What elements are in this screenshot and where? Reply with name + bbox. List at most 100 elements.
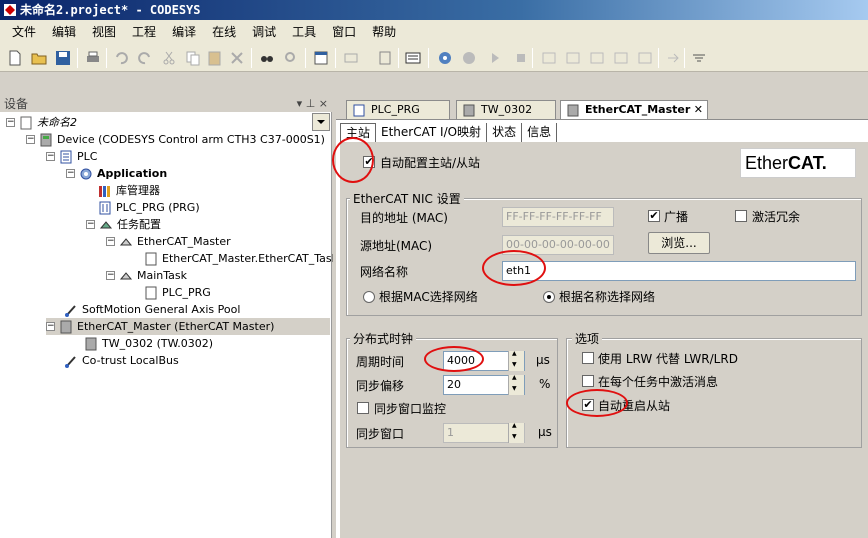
highlight-ellipse-auto-config [332,137,374,183]
sync-offset-spinner[interactable] [508,374,524,395]
tree-item-library-manager[interactable]: 库管理器 [98,182,160,199]
menu-view[interactable]: 视图 [84,20,124,44]
menu-help[interactable]: 帮助 [364,20,404,44]
tree-item-label: SoftMotion General Axis Pool [82,303,241,316]
step-out-icon[interactable] [588,49,606,67]
tree-item-ethercat-master[interactable]: − EtherCAT_Master (EtherCAT Master) [46,318,330,335]
tab-io-mapping[interactable]: EtherCAT I/O映射 [376,123,488,142]
menu-file[interactable]: 文件 [4,20,44,44]
save-icon[interactable] [54,49,72,67]
run-icon[interactable] [486,49,504,67]
redundancy-checkbox[interactable] [735,210,747,222]
tab-status[interactable]: 状态 [487,123,523,142]
new-file-icon[interactable] [6,49,24,67]
select-by-name-radio[interactable] [543,291,555,303]
lrw-label: 使用 LRW 代替 LWR/LRD [598,352,738,366]
sync-window-unit: μs [538,425,552,439]
tab-info[interactable]: 信息 [522,123,558,142]
device-icon [463,104,475,117]
tree-item-label: Application [97,167,168,180]
select-by-name-label: 根据名称选择网络 [559,290,656,304]
tab-tw0302[interactable]: TW_0302 [456,100,556,120]
menu-build[interactable]: 编译 [164,20,204,44]
broadcast-checkbox[interactable]: ✔ [648,210,660,222]
write-values-icon[interactable] [664,49,682,67]
tree-item-axis-pool[interactable]: SoftMotion General Axis Pool [64,301,240,318]
dest-mac-field[interactable]: FF-FF-FF-FF-FF-FF [502,207,614,227]
login-icon[interactable] [436,49,454,67]
paste-icon[interactable] [206,49,224,67]
stop-icon[interactable] [512,49,530,67]
redo-icon[interactable] [136,49,154,67]
menu-window[interactable]: 窗口 [324,20,364,44]
highlight-ellipse-cycle-time [424,346,484,372]
tree-item-ethercat-task-call[interactable]: EtherCAT_Master.EtherCAT_Task [144,250,338,267]
collapse-toggle[interactable]: − [106,271,115,280]
collapse-toggle[interactable]: − [86,220,95,229]
chevron-down-icon [317,120,325,124]
tree-item-task-config[interactable]: − 任务配置 [86,216,161,233]
tree-item-maintask[interactable]: − MainTask [106,267,187,284]
copy-icon[interactable] [184,49,202,67]
tree-item-ethercat-task[interactable]: − EtherCAT_Master [106,233,231,250]
collapse-toggle[interactable]: − [26,135,35,144]
devices-dropdown-button[interactable] [312,113,330,131]
menu-edit[interactable]: 编辑 [44,20,84,44]
logout-icon[interactable] [460,49,478,67]
tree-item-localbus[interactable]: Co-trust LocalBus [64,352,179,369]
select-by-mac-radio[interactable] [363,291,375,303]
network-name-field[interactable]: eth1 [502,261,856,281]
tree-item-label: EtherCAT_Master [137,235,231,248]
collapse-toggle[interactable]: − [46,322,55,331]
device-icon[interactable] [376,49,394,67]
cycle-time-spinner[interactable] [508,350,524,371]
collapse-toggle[interactable]: − [106,237,115,246]
tree-item-label: PLC [77,150,98,163]
tree-item-tw0302[interactable]: TW_0302 (TW.0302) [84,335,213,352]
cut-icon[interactable] [160,49,178,67]
undo-icon[interactable] [112,49,130,67]
tree-item-plc-prg[interactable]: PLC_PRG (PRG) [98,199,200,216]
print-icon[interactable] [84,49,102,67]
tree-item-application[interactable]: − Application [66,165,167,182]
lrw-checkbox[interactable] [582,352,594,364]
devices-panel-title: 设备 [4,97,29,111]
toggle-icon[interactable] [636,49,654,67]
browse-button[interactable]: 浏览... [648,232,710,254]
close-tab-icon[interactable]: ✕ [694,101,703,119]
sync-window-monitor-checkbox[interactable] [357,402,369,414]
delete-icon[interactable] [228,49,246,67]
options-icon[interactable] [690,49,708,67]
tab-ethercat-master[interactable]: EtherCAT_Master ✕ [560,100,708,120]
menu-tools[interactable]: 工具 [284,20,324,44]
menu-online[interactable]: 在线 [204,20,244,44]
menu-project[interactable]: 工程 [124,20,164,44]
window-icon[interactable] [312,49,330,67]
insert-icon[interactable] [342,49,360,67]
tree-item-project[interactable]: − 未命名2 [6,114,77,131]
task-messages-label: 在每个任务中激活消息 [598,375,719,389]
open-folder-icon[interactable] [30,49,48,67]
step-over-icon[interactable] [540,49,558,67]
build-icon[interactable] [404,49,422,67]
panel-controls[interactable]: ▾ ⊥ × [297,96,328,112]
task-icon [119,269,133,283]
tree-item-plc[interactable]: − PLC [46,148,97,165]
collapse-toggle[interactable]: − [66,169,75,178]
tree-item-label: Co-trust LocalBus [82,354,179,367]
menu-debug[interactable]: 调试 [244,20,284,44]
tree-item-maintask-plc-prg[interactable]: PLC_PRG [144,284,211,301]
collapse-toggle[interactable]: − [46,152,55,161]
find-icon[interactable] [258,49,276,67]
step-into-icon[interactable] [564,49,582,67]
tab-plc-prg[interactable]: PLC_PRG [346,100,450,120]
sync-window-monitor-label: 同步窗口监控 [374,402,447,416]
task-messages-checkbox[interactable] [582,375,594,387]
sync-window-spinner[interactable] [508,422,524,443]
collapse-toggle[interactable]: − [6,118,15,127]
replace-icon[interactable] [282,49,300,67]
tree-item-device[interactable]: − Device (CODESYS Control arm CTH3 C37-0… [26,131,325,148]
codesys-app-icon [4,4,16,16]
tree-item-label: TW_0302 (TW.0302) [102,337,213,350]
breakpoint-icon[interactable] [612,49,630,67]
